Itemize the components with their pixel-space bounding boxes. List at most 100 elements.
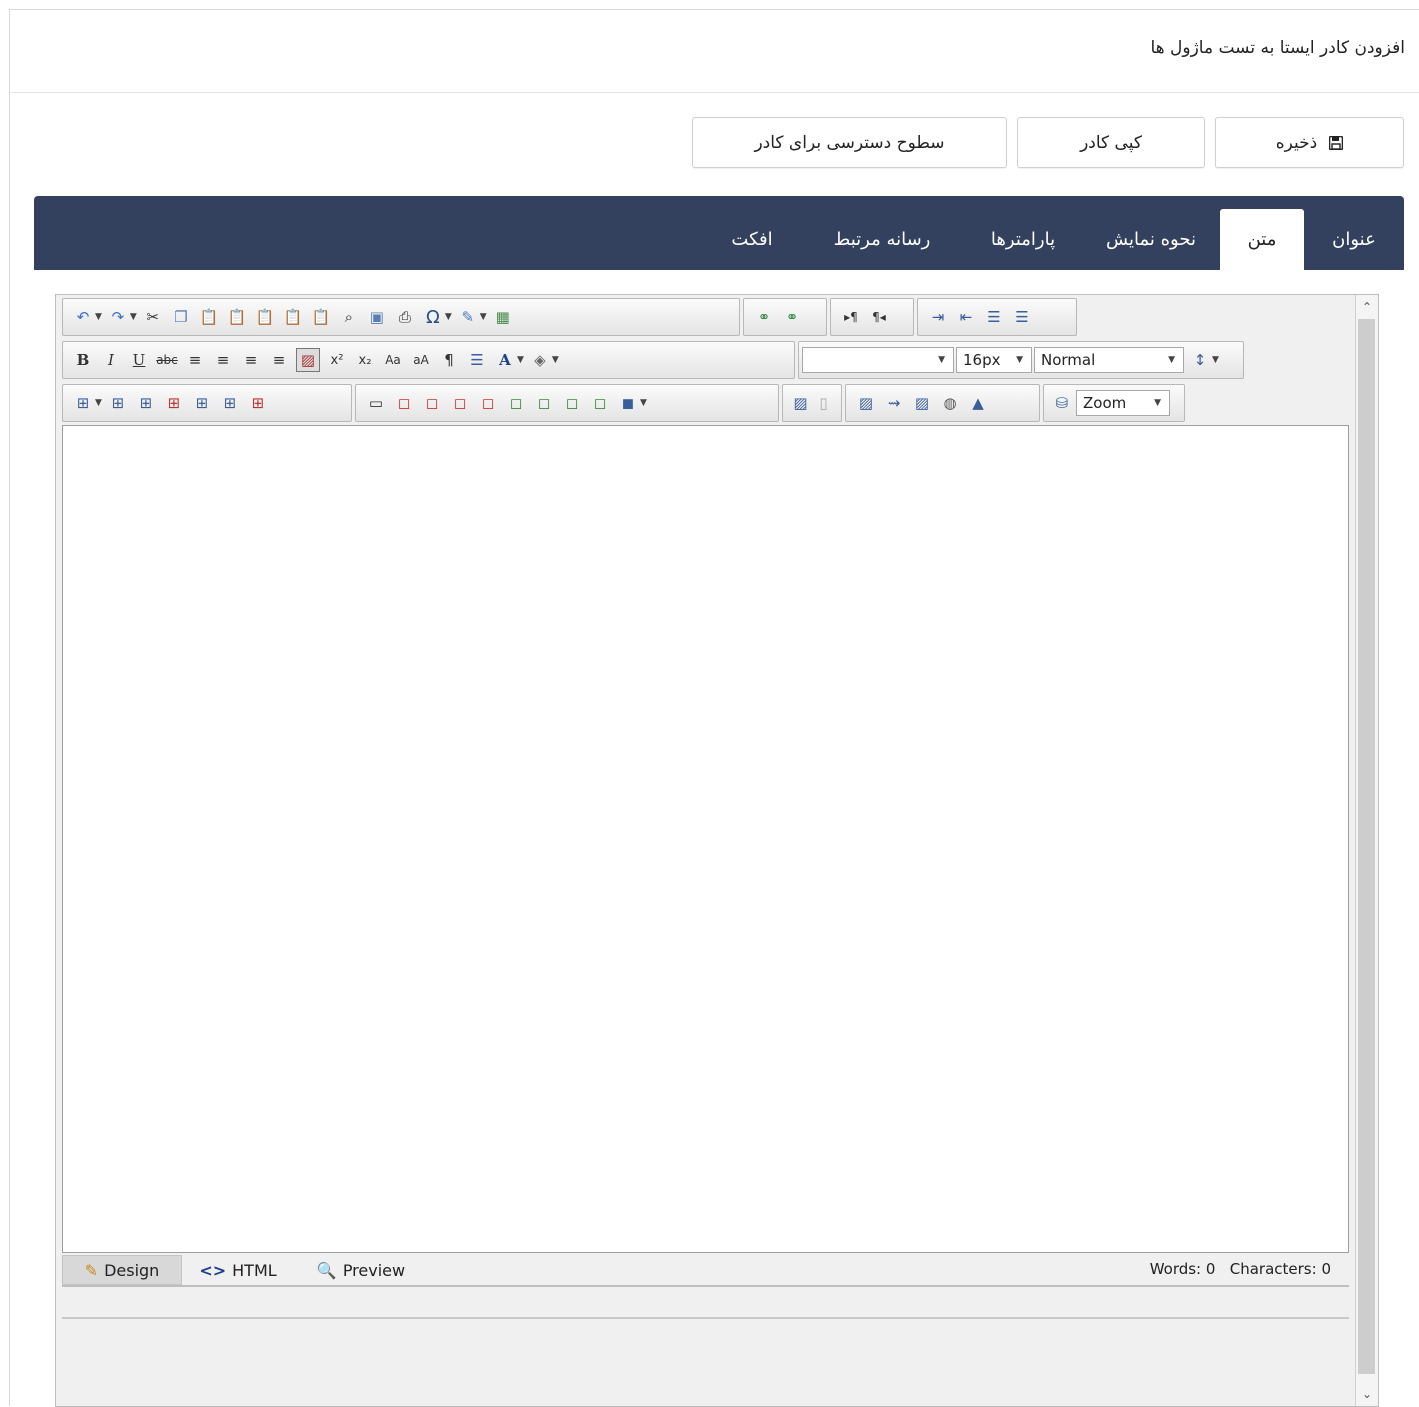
highlight-color-icon[interactable]: ◈ bbox=[529, 349, 551, 371]
form-element-1-icon[interactable]: ◻ bbox=[393, 392, 415, 414]
design-mode-tab[interactable]: ✎ Design bbox=[62, 1255, 182, 1285]
insert-column-left-icon[interactable]: ⊞ bbox=[191, 392, 213, 414]
toolbar-group-fonts: ▼ 16px ▼ Normal ▼ ↕ ▼ bbox=[798, 341, 1244, 379]
special-chars-dropdown-icon[interactable]: ▼ bbox=[445, 312, 452, 322]
undo-icon[interactable]: ↶ bbox=[72, 306, 94, 328]
line-height-dropdown-icon[interactable]: ▼ bbox=[1212, 355, 1219, 365]
insert-table-dropdown-icon[interactable]: ▼ bbox=[95, 398, 102, 408]
form-element-4-icon[interactable]: ◻ bbox=[477, 392, 499, 414]
textfield-element-icon[interactable]: ◻ bbox=[561, 392, 583, 414]
copy-icon[interactable]: ❐ bbox=[170, 306, 192, 328]
select-element-icon[interactable]: ◼ bbox=[617, 392, 639, 414]
delete-row-icon[interactable]: ⊞ bbox=[163, 392, 185, 414]
font-size-select[interactable]: 16px ▼ bbox=[956, 347, 1032, 373]
copy-frame-button[interactable]: کپی کادر bbox=[1017, 117, 1205, 168]
zoom-select[interactable]: Zoom ▼ bbox=[1076, 390, 1170, 416]
insert-row-below-icon[interactable]: ⊞ bbox=[135, 392, 157, 414]
italic-icon[interactable]: I bbox=[100, 349, 122, 371]
delete-column-icon[interactable]: ⊞ bbox=[247, 392, 269, 414]
convert-lower-icon[interactable]: Aa bbox=[382, 349, 404, 371]
bullet-list-icon[interactable]: ☰ bbox=[1011, 306, 1033, 328]
insert-box-icon[interactable]: ▭ bbox=[365, 392, 387, 414]
rtl-icon[interactable]: ¶◂ bbox=[868, 306, 890, 328]
line-height-icon[interactable]: ↕ bbox=[1189, 349, 1211, 371]
editor-scrollbar[interactable]: ⌃ ⌄ bbox=[1355, 295, 1378, 1406]
undo-dropdown-icon[interactable]: ▼ bbox=[95, 312, 102, 322]
web-icon[interactable]: ◍ bbox=[939, 392, 961, 414]
redo-dropdown-icon[interactable]: ▼ bbox=[130, 312, 137, 322]
font-color-icon[interactable]: A bbox=[494, 349, 516, 371]
select-all-icon[interactable]: ▣ bbox=[366, 306, 388, 328]
character-count: Characters: 0 bbox=[1229, 1260, 1331, 1278]
select-element-dropdown-icon[interactable]: ▼ bbox=[640, 398, 647, 408]
access-levels-button[interactable]: سطوح دسترسی برای کادر bbox=[692, 117, 1007, 168]
special-chars-icon[interactable]: Ω bbox=[422, 306, 444, 328]
module-manager-icon[interactable]: ⛁ bbox=[1051, 392, 1073, 414]
paragraph-icon[interactable]: ¶ bbox=[438, 349, 460, 371]
numbered-list-icon[interactable]: ☰ bbox=[983, 306, 1005, 328]
scroll-down-icon[interactable]: ⌄ bbox=[1356, 1384, 1378, 1404]
word-count: Words: 0 bbox=[1149, 1260, 1216, 1278]
insert-column-right-icon[interactable]: ⊞ bbox=[219, 392, 241, 414]
horizontal-rule-icon[interactable]: ☰ bbox=[466, 349, 488, 371]
hyperlink-icon[interactable]: ⚭ bbox=[753, 306, 775, 328]
font-name-select[interactable]: ▼ bbox=[802, 347, 954, 373]
paragraph-format-select[interactable]: Normal ▼ bbox=[1034, 347, 1184, 373]
image-map-icon[interactable]: ▦ bbox=[492, 306, 514, 328]
textarea-element-icon[interactable]: ◻ bbox=[589, 392, 611, 414]
print-icon[interactable]: ⎙ bbox=[394, 306, 416, 328]
media-icon[interactable]: ▨ bbox=[911, 392, 933, 414]
subscript-icon[interactable]: x₂ bbox=[354, 349, 376, 371]
strikethrough-icon[interactable]: abc bbox=[156, 349, 178, 371]
bold-icon[interactable]: B bbox=[72, 349, 94, 371]
outdent-icon[interactable]: ⇤ bbox=[955, 306, 977, 328]
form-element-3-icon[interactable]: ◻ bbox=[449, 392, 471, 414]
unlink-icon[interactable]: ⚭ bbox=[781, 306, 803, 328]
insert-table-icon[interactable]: ⊞ bbox=[72, 392, 94, 414]
editor-content-area[interactable] bbox=[62, 425, 1349, 1253]
cut-icon[interactable]: ✂ bbox=[142, 306, 164, 328]
radio-element-icon[interactable]: ◻ bbox=[533, 392, 555, 414]
justify-icon[interactable]: ≡ bbox=[268, 349, 290, 371]
tab-effect[interactable]: افکت bbox=[702, 209, 802, 270]
html-mode-tab[interactable]: <> HTML bbox=[190, 1255, 286, 1285]
paste-icon[interactable]: 📋 bbox=[198, 306, 220, 328]
scroll-up-icon[interactable]: ⌃ bbox=[1356, 297, 1378, 317]
tab-related-media[interactable]: رسانه مرتبط bbox=[802, 209, 962, 270]
tab-display-mode[interactable]: نحوه نمایش bbox=[1084, 209, 1218, 270]
paste-format-icon[interactable]: 📋 bbox=[310, 306, 332, 328]
convert-upper-icon[interactable]: aA bbox=[410, 349, 432, 371]
ltr-icon[interactable]: ▸¶ bbox=[840, 306, 862, 328]
find-replace-icon[interactable]: ⌕ bbox=[338, 306, 360, 328]
gallery-icon[interactable]: ▲ bbox=[967, 392, 989, 414]
paste-word-icon[interactable]: 📋 bbox=[226, 306, 248, 328]
tab-title[interactable]: عنوان bbox=[1304, 209, 1404, 270]
paste-text-icon[interactable]: 📋 bbox=[254, 306, 276, 328]
image-manager-icon[interactable]: ▨ bbox=[855, 392, 877, 414]
form-element-2-icon[interactable]: ◻ bbox=[421, 392, 443, 414]
align-left-icon[interactable]: ≡ bbox=[184, 349, 206, 371]
toolbar-group-insert: ▨ ▯ bbox=[782, 384, 842, 422]
paste-html-icon[interactable]: 📋 bbox=[282, 306, 304, 328]
insert-document-icon[interactable]: ▯ bbox=[815, 392, 832, 414]
insert-row-above-icon[interactable]: ⊞ bbox=[107, 392, 129, 414]
insert-snippet-icon[interactable]: ✎ bbox=[457, 306, 479, 328]
remove-alignment-icon[interactable]: ▨ bbox=[296, 348, 320, 372]
redo-icon[interactable]: ↷ bbox=[107, 306, 129, 328]
flash-icon[interactable]: ⇝ bbox=[883, 392, 905, 414]
preview-mode-tab[interactable]: 🔍 Preview bbox=[306, 1255, 416, 1285]
align-center-icon[interactable]: ≡ bbox=[212, 349, 234, 371]
scroll-thumb[interactable] bbox=[1358, 319, 1375, 1374]
tab-text[interactable]: متن bbox=[1220, 209, 1304, 270]
superscript-icon[interactable]: x² bbox=[326, 349, 348, 371]
checkbox-element-icon[interactable]: ◻ bbox=[505, 392, 527, 414]
indent-icon[interactable]: ⇥ bbox=[927, 306, 949, 328]
insert-snippet-dropdown-icon[interactable]: ▼ bbox=[480, 312, 487, 322]
insert-image-icon[interactable]: ▨ bbox=[792, 392, 809, 414]
save-button[interactable]: ذخیره bbox=[1215, 117, 1404, 168]
font-color-dropdown-icon[interactable]: ▼ bbox=[517, 355, 524, 365]
highlight-color-dropdown-icon[interactable]: ▼ bbox=[552, 355, 559, 365]
tab-parameters[interactable]: پارامترها bbox=[962, 209, 1084, 270]
underline-icon[interactable]: U bbox=[128, 349, 150, 371]
align-right-icon[interactable]: ≡ bbox=[240, 349, 262, 371]
